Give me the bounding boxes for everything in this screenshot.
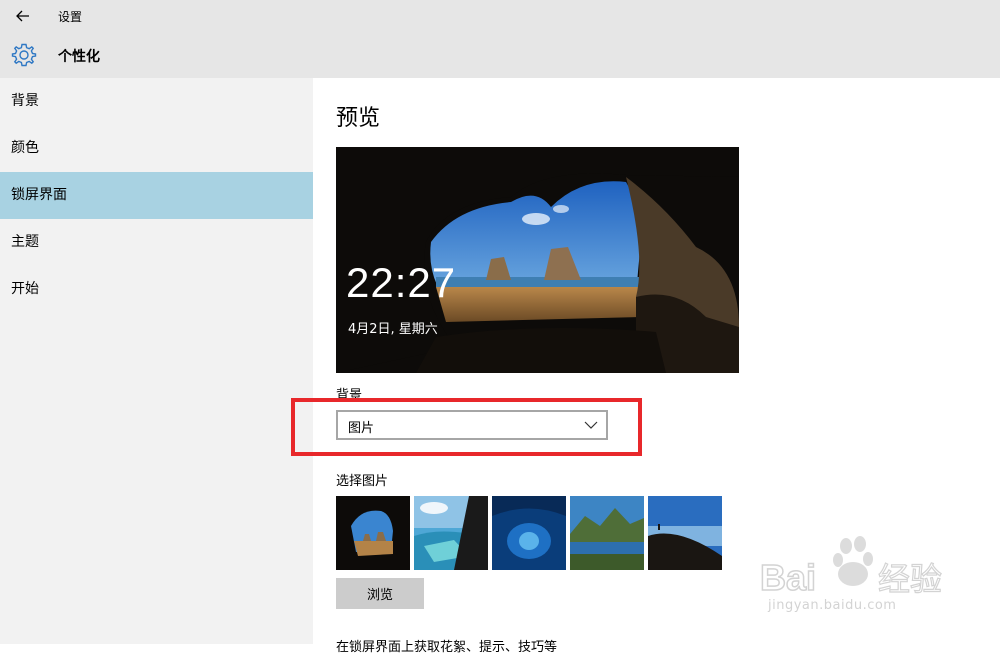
sidebar-item-colors[interactable]: 颜色 <box>0 125 313 172</box>
thumbnail-image <box>336 496 410 570</box>
lock-date: 4月2日, 星期六 <box>348 322 438 337</box>
sidebar-item-start[interactable]: 开始 <box>0 266 313 313</box>
lock-screen-tips-text: 在锁屏界面上获取花絮、提示、技巧等 <box>336 640 558 655</box>
page-header: 个性化 <box>0 32 1000 78</box>
back-arrow-icon <box>16 10 29 22</box>
thumbnail-mountain-lake[interactable] <box>570 496 644 570</box>
watermark-url: jingyan.baidu.com <box>768 598 897 613</box>
preview-heading: 预览 <box>336 106 381 131</box>
svg-text:经验: 经验 <box>878 560 942 598</box>
choose-picture-label: 选择图片 <box>336 474 389 489</box>
background-dropdown-value: 图片 <box>348 421 375 436</box>
thumbnail-image <box>414 496 488 570</box>
back-button[interactable] <box>8 4 38 28</box>
sidebar-item-background[interactable]: 背景 <box>0 78 313 125</box>
background-label: 背景 <box>336 388 363 403</box>
sidebar-item-themes[interactable]: 主题 <box>0 219 313 266</box>
chevron-down-icon <box>584 421 598 429</box>
gear-icon <box>11 43 37 67</box>
thumbnail-ice-cave[interactable] <box>492 496 566 570</box>
thumbnail-lagoon[interactable] <box>414 496 488 570</box>
background-dropdown[interactable]: 图片 <box>336 410 608 440</box>
thumbnail-hilltop-sky[interactable] <box>648 496 722 570</box>
thumbnail-image <box>492 496 566 570</box>
browse-button[interactable]: 浏览 <box>336 578 424 609</box>
thumbnail-image <box>648 496 722 570</box>
thumbnail-cave-beach[interactable] <box>336 496 410 570</box>
thumbnail-image <box>570 496 644 570</box>
svg-text:Bai: Bai <box>760 557 816 598</box>
lock-time: 22:27 <box>346 259 457 306</box>
lock-screen-preview: 22:27 4月2日, 星期六 <box>336 147 739 373</box>
sidebar-item-lock-screen[interactable]: 锁屏界面 <box>0 172 313 219</box>
sidebar: 背景 颜色 锁屏界面 主题 开始 <box>0 78 313 644</box>
title-bar: 设置 <box>0 0 1000 32</box>
page-title: 个性化 <box>58 49 100 65</box>
window-title: 设置 <box>58 10 83 24</box>
